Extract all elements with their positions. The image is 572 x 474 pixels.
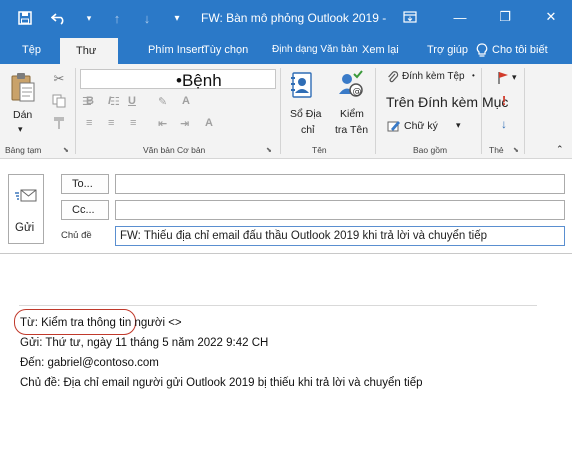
- arrow-down-icon[interactable]: ↓: [138, 8, 156, 28]
- tags-launcher-icon[interactable]: ⬊: [513, 146, 519, 154]
- low-importance-icon[interactable]: ↓: [497, 116, 511, 132]
- minimize-button[interactable]: —: [447, 6, 473, 28]
- attach-file-dropdown-icon[interactable]: •: [472, 71, 475, 80]
- chevron-down-icon[interactable]: ▾: [170, 8, 184, 28]
- ribbon-tabs: Tệp Thư Phím Insert Tùy chọn Định dạng V…: [0, 38, 572, 64]
- align-left-icon[interactable]: ≡: [86, 117, 92, 129]
- address-book-label-1[interactable]: Sổ Địa: [290, 108, 322, 120]
- font-color-icon[interactable]: A: [182, 95, 190, 107]
- check-names-label-2[interactable]: tra Tên: [335, 124, 368, 136]
- window-title: FW: Bàn mô phỏng Outlook 2019 -: [201, 11, 387, 25]
- paste-dropdown-icon[interactable]: ▾: [18, 124, 23, 135]
- group-label-clipboard: Bảng tạm: [5, 145, 42, 155]
- high-importance-icon[interactable]: !: [497, 92, 511, 108]
- message-body[interactable]: Từ: Kiểm tra thông tin người <> Gửi: Thứ…: [0, 254, 572, 474]
- send-envelope-icon: [15, 185, 37, 207]
- to-line: Đến: gabriel@contoso.com: [20, 357, 159, 369]
- attach-file-button[interactable]: Đính kèm Tệp: [402, 71, 465, 82]
- increase-indent-icon[interactable]: ⇥: [180, 117, 189, 130]
- attach-item-button[interactable]: Trên Đính kèm Mục: [386, 94, 508, 110]
- tab-insert[interactable]: Phím Insert: [148, 38, 204, 64]
- svg-text:@: @: [353, 87, 362, 97]
- ribbon-display-icon[interactable]: [397, 6, 423, 28]
- tab-help[interactable]: Trợ giúp: [427, 38, 468, 64]
- arrow-up-icon[interactable]: ↑: [108, 8, 126, 28]
- close-button[interactable]: ✕: [538, 6, 564, 28]
- to-button[interactable]: To...: [61, 174, 109, 194]
- font-box-text: •Bệnh: [176, 71, 222, 90]
- subject-line: Chủ đề: Địa chỉ email người gửi Outlook …: [20, 377, 423, 389]
- restore-button[interactable]: ❐: [492, 6, 518, 28]
- signature-icon: [387, 119, 401, 133]
- address-book-label-2[interactable]: chỉ: [301, 124, 314, 136]
- numbering-icon[interactable]: ☷: [110, 95, 120, 108]
- follow-up-flag-icon[interactable]: [496, 70, 510, 86]
- group-divider: [524, 68, 525, 154]
- group-divider: [375, 68, 376, 154]
- check-names-label-1[interactable]: Kiểm: [340, 108, 364, 120]
- format-painter-icon[interactable]: [50, 114, 68, 132]
- subject-field[interactable]: FW: Thiếu địa chỉ email đấu thầu Outlook…: [115, 226, 565, 246]
- save-icon[interactable]: [14, 8, 36, 28]
- bold-button[interactable]: B: [86, 95, 94, 107]
- basic-text-launcher-icon[interactable]: ⬊: [266, 146, 272, 154]
- sent-line: Gửi: Thứ tư, ngày 11 tháng 5 năm 2022 9:…: [20, 337, 269, 349]
- tab-file[interactable]: Tệp: [22, 38, 41, 64]
- group-divider: [280, 68, 281, 154]
- tab-review[interactable]: Xem lại: [362, 38, 399, 64]
- tab-options[interactable]: Tùy chọn: [203, 38, 248, 64]
- group-label-names: Tên: [312, 145, 327, 155]
- group-divider: [75, 68, 76, 154]
- underline-button[interactable]: U: [128, 95, 136, 107]
- tab-message[interactable]: Thư: [60, 38, 118, 64]
- cc-button[interactable]: Cc...: [61, 200, 109, 220]
- lightbulb-icon: [475, 42, 489, 60]
- cc-field[interactable]: [115, 200, 565, 220]
- send-button[interactable]: Gửi: [8, 174, 44, 244]
- from-line: Từ: Kiểm tra thông tin người <>: [20, 317, 182, 329]
- paste-button[interactable]: Dán: [13, 109, 32, 121]
- group-label-tags: Thẻ: [489, 145, 504, 155]
- scissors-icon[interactable]: ✂: [50, 70, 68, 88]
- copy-icon[interactable]: [50, 92, 68, 110]
- italic-button[interactable]: I: [108, 95, 111, 107]
- quote-separator: [19, 305, 537, 306]
- clipboard-launcher-icon[interactable]: ⬊: [63, 146, 69, 154]
- compose-header: Gửi To... Cc... Chủ đề FW: Thiếu địa chỉ…: [0, 159, 572, 254]
- signature-dropdown-icon[interactable]: ▾: [456, 120, 461, 131]
- group-label-basic-text: Văn bản Cơ bản: [143, 145, 206, 155]
- paste-icon[interactable]: [8, 70, 38, 106]
- ribbon: Dán ▾ ✂ Bảng tạm ⬊ •Bệnh ☰ ☷ B I U ✎ A ≡…: [0, 64, 572, 159]
- clear-formatting-icon[interactable]: A: [205, 117, 213, 129]
- undo-dropdown-icon[interactable]: ▾: [82, 8, 96, 28]
- check-names-icon[interactable]: @: [336, 70, 366, 100]
- tab-tell-me[interactable]: Cho tôi biết: [492, 38, 548, 64]
- decrease-indent-icon[interactable]: ⇤: [158, 117, 167, 130]
- to-field[interactable]: [115, 174, 565, 194]
- tab-format-text[interactable]: Định dạng Văn bản: [272, 38, 358, 64]
- align-center-icon[interactable]: ≡: [108, 117, 114, 129]
- title-bar: ▾ ↑ ↓ ▾ FW: Bàn mô phỏng Outlook 2019 - …: [0, 0, 572, 38]
- subject-label: Chủ đề: [61, 230, 92, 241]
- address-book-icon[interactable]: [289, 70, 315, 100]
- highlight-icon[interactable]: ✎: [158, 95, 167, 108]
- flag-dropdown-icon[interactable]: ▾: [512, 72, 517, 83]
- collapse-ribbon-icon[interactable]: ⌃: [556, 144, 564, 155]
- send-label: Gửi: [15, 222, 35, 234]
- signature-button[interactable]: Chữ ký: [404, 120, 438, 132]
- align-right-icon[interactable]: ≡: [130, 117, 136, 129]
- group-divider: [481, 68, 482, 154]
- paperclip-icon: [386, 70, 400, 86]
- group-label-include: Bao gồm: [413, 145, 448, 155]
- undo-icon[interactable]: [48, 8, 70, 28]
